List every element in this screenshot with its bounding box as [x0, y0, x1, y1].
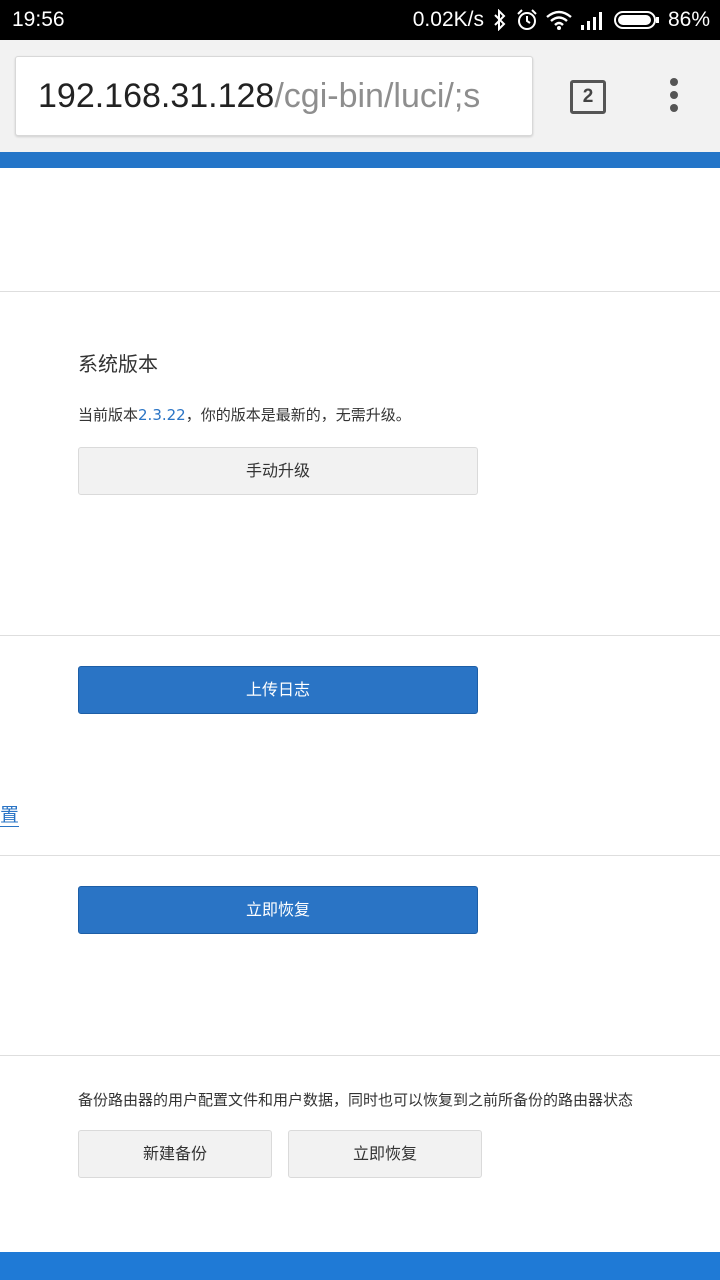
- version-number: 2.3.22: [138, 406, 186, 424]
- new-backup-button[interactable]: 新建备份: [78, 1130, 272, 1178]
- status-icons: 0.02K/s 86%: [413, 8, 710, 32]
- signal-icon: [580, 12, 602, 30]
- header-accent-bar: [0, 152, 720, 168]
- settings-link[interactable]: 置: [0, 804, 20, 827]
- system-version-title: 系统版本: [78, 352, 158, 376]
- alarm-icon: [517, 9, 537, 30]
- version-prefix: 当前版本: [78, 406, 139, 424]
- url-path: /cgi-bin/luci/;s: [274, 77, 481, 115]
- section-divider: [0, 1055, 720, 1056]
- section-divider: [0, 635, 720, 636]
- url-host: 192.168.31.128: [38, 77, 275, 115]
- backup-description: 备份路由器的用户配置文件和用户数据，同时也可以恢复到之前所备份的路由器状态: [78, 1091, 634, 1109]
- url-bar[interactable]: 192.168.31.128/cgi-bin/luci/;s: [15, 56, 533, 136]
- browser-toolbar: 192.168.31.128/cgi-bin/luci/;s 2: [0, 40, 720, 152]
- section-divider: [0, 855, 720, 856]
- status-bar: 19:56 0.02K/s 86%: [0, 0, 720, 40]
- battery-percent: 86%: [667, 8, 710, 31]
- version-status: 当前版本2.3.22，你的版本是最新的，无需升级。: [78, 404, 411, 425]
- battery-icon: [613, 11, 659, 29]
- status-time: 19:56: [12, 8, 65, 31]
- version-suffix: ，你的版本是最新的，无需升级。: [185, 406, 411, 424]
- footer-accent-bar: [0, 1252, 720, 1280]
- restore-backup-button[interactable]: 立即恢复: [288, 1130, 482, 1178]
- manual-upgrade-button[interactable]: 手动升级: [78, 447, 478, 495]
- network-speed: 0.02K/s: [412, 8, 484, 31]
- upload-log-button[interactable]: 上传日志: [78, 666, 478, 714]
- section-divider: [0, 291, 720, 292]
- tab-switcher-button[interactable]: 2: [570, 80, 606, 114]
- restore-now-button[interactable]: 立即恢复: [78, 886, 478, 934]
- overflow-menu-icon[interactable]: [664, 78, 684, 118]
- wifi-icon: [546, 10, 572, 30]
- bluetooth-icon: [494, 9, 506, 31]
